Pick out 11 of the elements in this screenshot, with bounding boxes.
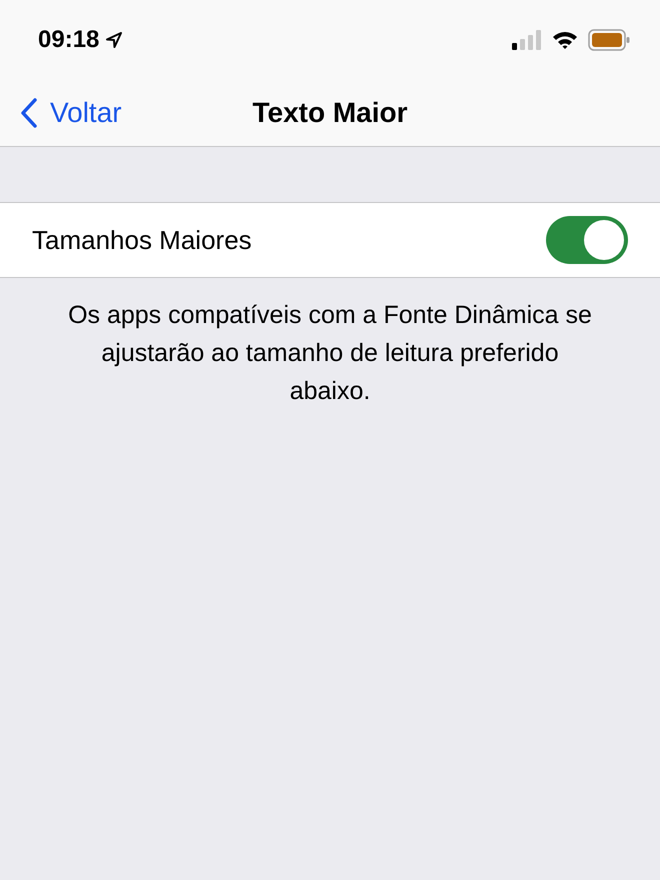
back-button[interactable]: Voltar	[0, 97, 122, 129]
wifi-icon	[552, 30, 578, 50]
chevron-left-icon	[20, 97, 38, 129]
screen-title: Texto Maior	[252, 97, 408, 129]
battery-icon	[588, 29, 630, 51]
status-time: 09:18	[38, 26, 100, 54]
setting-label: Tamanhos Maiores	[32, 224, 252, 256]
toggle-switch[interactable]	[546, 216, 628, 264]
signal-icon	[512, 30, 542, 50]
footer-note: Os apps compatíveis com a Fonte Dinâmica se ajustarão ao tamanho de leitura preferido abaixo.	[67, 300, 593, 407]
location-arrow-icon	[105, 31, 124, 49]
